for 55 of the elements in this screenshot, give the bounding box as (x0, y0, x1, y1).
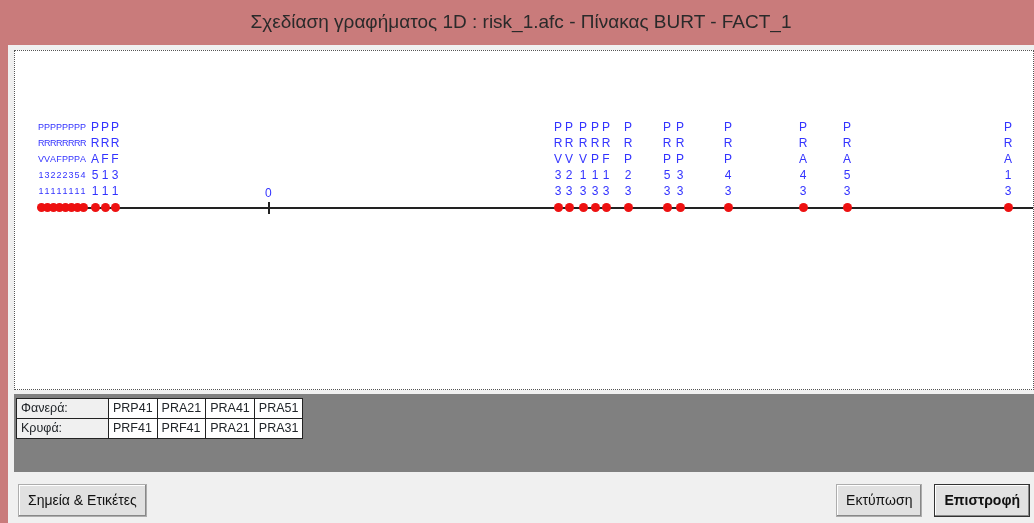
origin-tick (268, 202, 270, 214)
point-label: PRP53 (661, 119, 673, 199)
point-label: PRA51 (89, 119, 101, 199)
point-marker (100, 203, 110, 212)
point-label: PRA41 (80, 121, 86, 198)
point-marker (623, 203, 633, 212)
table-cell: PRA21 (157, 398, 206, 419)
point-label: PRP51 (74, 121, 80, 198)
row-header: Κρυφά: (16, 418, 109, 438)
point-label: PRF31 (109, 119, 121, 199)
point-label: PRP21 (62, 121, 68, 198)
point-label: PRP23 (622, 119, 634, 199)
point-marker (110, 203, 120, 212)
point-marker (553, 203, 563, 212)
axis-label: 0 (265, 186, 272, 200)
table-cell: PRA51 (254, 398, 303, 419)
point-label: PRP13 (589, 119, 601, 199)
point-marker (90, 203, 100, 212)
point-marker (78, 203, 88, 212)
point-label: PRF11 (99, 119, 111, 199)
point-label: PRP43 (722, 119, 734, 199)
table-cell: PRP41 (108, 398, 158, 419)
window-title: Σχεδίαση γραφήματος 1D : risk_1.afc - Πίνακας BURT - FACT_1 (250, 10, 792, 35)
point-marker (675, 203, 685, 212)
point-label: PRP31 (68, 121, 74, 198)
point-marker (723, 203, 733, 212)
point-label: PRV33 (552, 119, 564, 199)
point-marker (578, 203, 588, 212)
table-cell: PRA21 (205, 418, 255, 438)
table-cell: PRA41 (205, 398, 255, 419)
return-button[interactable]: Επιστροφή (934, 484, 1030, 517)
points-labels-button[interactable]: Σημεία & Ετικέτες (18, 484, 147, 517)
print-button[interactable]: Εκτύπωση (836, 484, 923, 517)
point-marker (1003, 203, 1013, 212)
point-label: PRV11 (38, 121, 44, 198)
table-cell: PRA31 (254, 418, 303, 438)
table-cell: PRF41 (108, 418, 158, 438)
point-marker (842, 203, 852, 212)
point-label: PRA13 (1002, 119, 1014, 199)
point-label: PRV13 (577, 119, 589, 199)
row-header: Φανερά: (16, 398, 109, 419)
point-marker (601, 203, 611, 212)
table-cell: PRF41 (157, 418, 206, 438)
point-label: PRV31 (44, 121, 50, 198)
point-marker (590, 203, 600, 212)
point-label: PRP33 (674, 119, 686, 199)
point-label: PRF21 (56, 121, 62, 198)
point-marker (564, 203, 574, 212)
point-label: PRA53 (841, 119, 853, 199)
point-label: PRA21 (50, 121, 56, 198)
point-label: PRV23 (563, 119, 575, 199)
point-label: PRF13 (600, 119, 612, 199)
point-marker (798, 203, 808, 212)
point-marker (662, 203, 672, 212)
point-label: PRA43 (797, 119, 809, 199)
